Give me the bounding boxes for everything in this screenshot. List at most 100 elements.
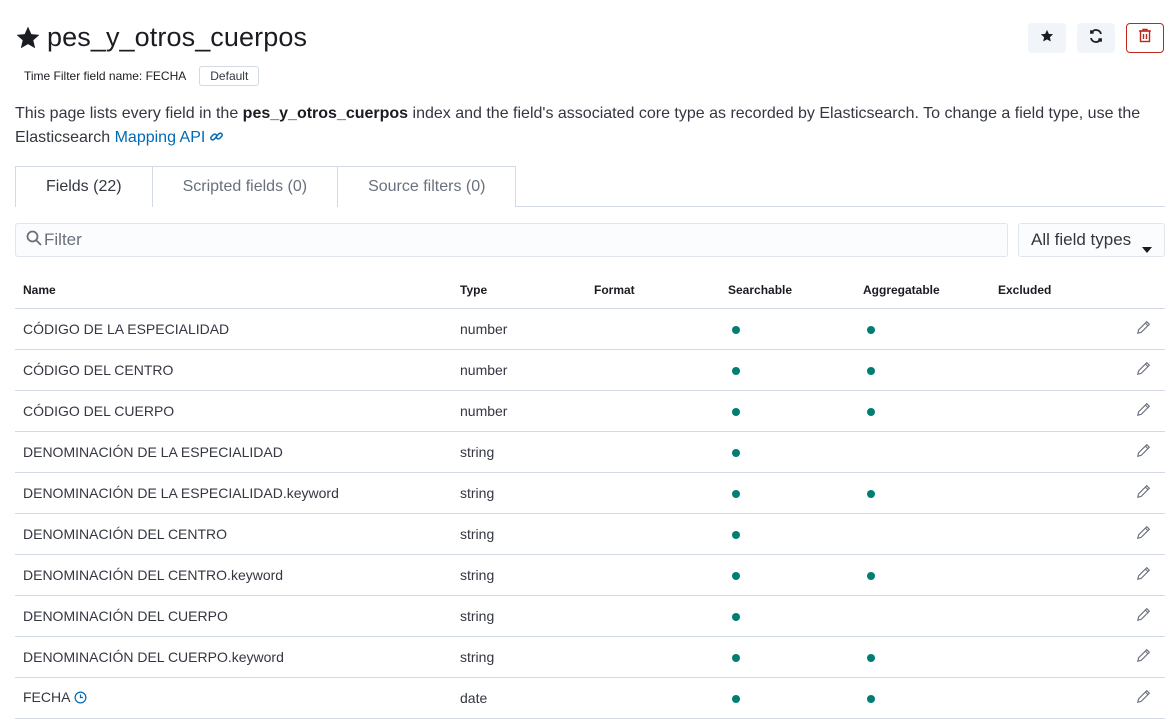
pencil-icon[interactable] [1136, 361, 1151, 379]
edit-cell [1133, 390, 1165, 432]
field-type: string [460, 431, 594, 473]
field-name: FECHA [23, 688, 71, 705]
aggregatable-cell [863, 472, 998, 514]
pencil-icon[interactable] [1136, 443, 1151, 461]
field-name: CÓDIGO DEL CENTRO [23, 361, 174, 378]
searchable-cell [728, 636, 863, 678]
edit-cell [1133, 513, 1165, 555]
table-row: DENOMINACIÓN DEL CENTRO.keyword string [15, 554, 1165, 596]
pencil-icon[interactable] [1136, 607, 1151, 625]
header-actions [1028, 23, 1164, 53]
column-header-searchable: Searchable [728, 273, 863, 309]
edit-cell [1133, 595, 1165, 637]
field-name-cell: CÓDIGO DEL CUERPO [15, 390, 460, 432]
edit-cell [1133, 349, 1165, 391]
field-name: DENOMINACIÓN DEL CENTRO [23, 525, 228, 542]
star-icon [1040, 29, 1054, 48]
edit-cell [1133, 554, 1165, 596]
searchable-cell [728, 308, 863, 350]
aggregatable-cell [863, 554, 998, 596]
tab-scripted-fields[interactable]: Scripted fields (0) [151, 166, 339, 207]
delete-button[interactable] [1126, 23, 1164, 53]
mapping-api-link[interactable]: Mapping API [115, 129, 225, 146]
field-format [594, 308, 728, 350]
excluded-cell [998, 636, 1133, 678]
aggregatable-indicator-icon [867, 694, 875, 703]
tab-source-filters[interactable]: Source filters (0) [337, 166, 517, 207]
tab-fields[interactable]: Fields (22) [15, 166, 153, 207]
edit-cell [1133, 472, 1165, 514]
aggregatable-cell [863, 308, 998, 350]
field-format [594, 472, 728, 514]
tabs: Fields (22) Scripted fields (0) Source f… [15, 166, 1165, 207]
excluded-cell [998, 472, 1133, 514]
field-format [594, 513, 728, 555]
searchable-cell [728, 554, 863, 596]
column-header-aggregatable: Aggregatable [863, 273, 998, 309]
table-row: FECHA date [15, 677, 1165, 719]
column-header-excluded: Excluded [998, 273, 1133, 309]
column-header-type[interactable]: Type [460, 273, 594, 309]
pencil-icon[interactable] [1136, 525, 1151, 543]
excluded-cell [998, 513, 1133, 555]
table-body: CÓDIGO DE LA ESPECIALIDAD number CÓDIGO DE… [15, 308, 1165, 719]
searchable-cell [728, 677, 863, 719]
field-format [594, 554, 728, 596]
aggregatable-cell [863, 595, 998, 637]
field-format [594, 636, 728, 678]
column-header-format: Format [594, 273, 728, 309]
page-description: This page lists every field in the pes_y… [15, 102, 1155, 152]
field-name: DENOMINACIÓN DE LA ESPECIALIDAD [23, 443, 283, 460]
description-text-before: This page lists every field in the [15, 105, 243, 122]
table-row: DENOMINACIÓN DE LA ESPECIALIDAD string [15, 431, 1165, 473]
pencil-icon[interactable] [1136, 484, 1151, 502]
field-type: number [460, 308, 594, 350]
pencil-icon[interactable] [1136, 689, 1151, 707]
edit-cell [1133, 431, 1165, 473]
searchable-indicator-icon [732, 530, 740, 539]
field-format [594, 677, 728, 719]
refresh-button[interactable] [1077, 23, 1115, 53]
field-format [594, 431, 728, 473]
field-name: CÓDIGO DEL CUERPO [23, 402, 175, 419]
searchable-indicator-icon [732, 366, 740, 375]
searchable-indicator-icon [732, 612, 740, 621]
table-row: DENOMINACIÓN DEL CUERPO string [15, 595, 1165, 637]
field-type: string [460, 595, 594, 637]
field-name: DENOMINACIÓN DEL CUERPO [23, 607, 228, 624]
excluded-cell [998, 431, 1133, 473]
field-format [594, 349, 728, 391]
filter-input[interactable] [42, 230, 942, 250]
field-name: DENOMINACIÓN DEL CENTRO.keyword [23, 566, 284, 583]
search-icon [26, 230, 42, 251]
aggregatable-indicator-icon [867, 653, 875, 662]
searchable-indicator-icon [732, 489, 740, 498]
aggregatable-indicator-icon [867, 407, 875, 416]
column-header-name[interactable]: Name [15, 273, 460, 309]
field-name: CÓDIGO DE LA ESPECIALIDAD [23, 320, 230, 337]
aggregatable-indicator-icon [867, 489, 875, 498]
field-name-cell: DENOMINACIÓN DEL CUERPO.keyword [15, 636, 460, 678]
favorite-button[interactable] [1028, 23, 1066, 53]
refresh-icon [1088, 28, 1104, 49]
field-type: date [460, 677, 594, 719]
excluded-cell [998, 308, 1133, 350]
table-row: CÓDIGO DEL CENTRO number [15, 349, 1165, 391]
aggregatable-cell [863, 390, 998, 432]
field-name-cell: DENOMINACIÓN DEL CENTRO [15, 513, 460, 555]
aggregatable-cell [863, 431, 998, 473]
aggregatable-cell [863, 349, 998, 391]
pencil-icon[interactable] [1136, 648, 1151, 666]
searchable-cell [728, 595, 863, 637]
aggregatable-indicator-icon [867, 571, 875, 580]
clock-icon [74, 691, 87, 707]
searchable-indicator-icon [732, 571, 740, 580]
field-name-cell: DENOMINACIÓN DE LA ESPECIALIDAD.keyword [15, 472, 460, 514]
field-type-select-value: All field types [1031, 230, 1132, 249]
searchable-cell [728, 349, 863, 391]
pencil-icon[interactable] [1136, 402, 1151, 420]
pencil-icon[interactable] [1136, 320, 1151, 338]
field-type-select[interactable]: All field types [1018, 223, 1165, 257]
pencil-icon[interactable] [1136, 566, 1151, 584]
field-type: string [460, 472, 594, 514]
